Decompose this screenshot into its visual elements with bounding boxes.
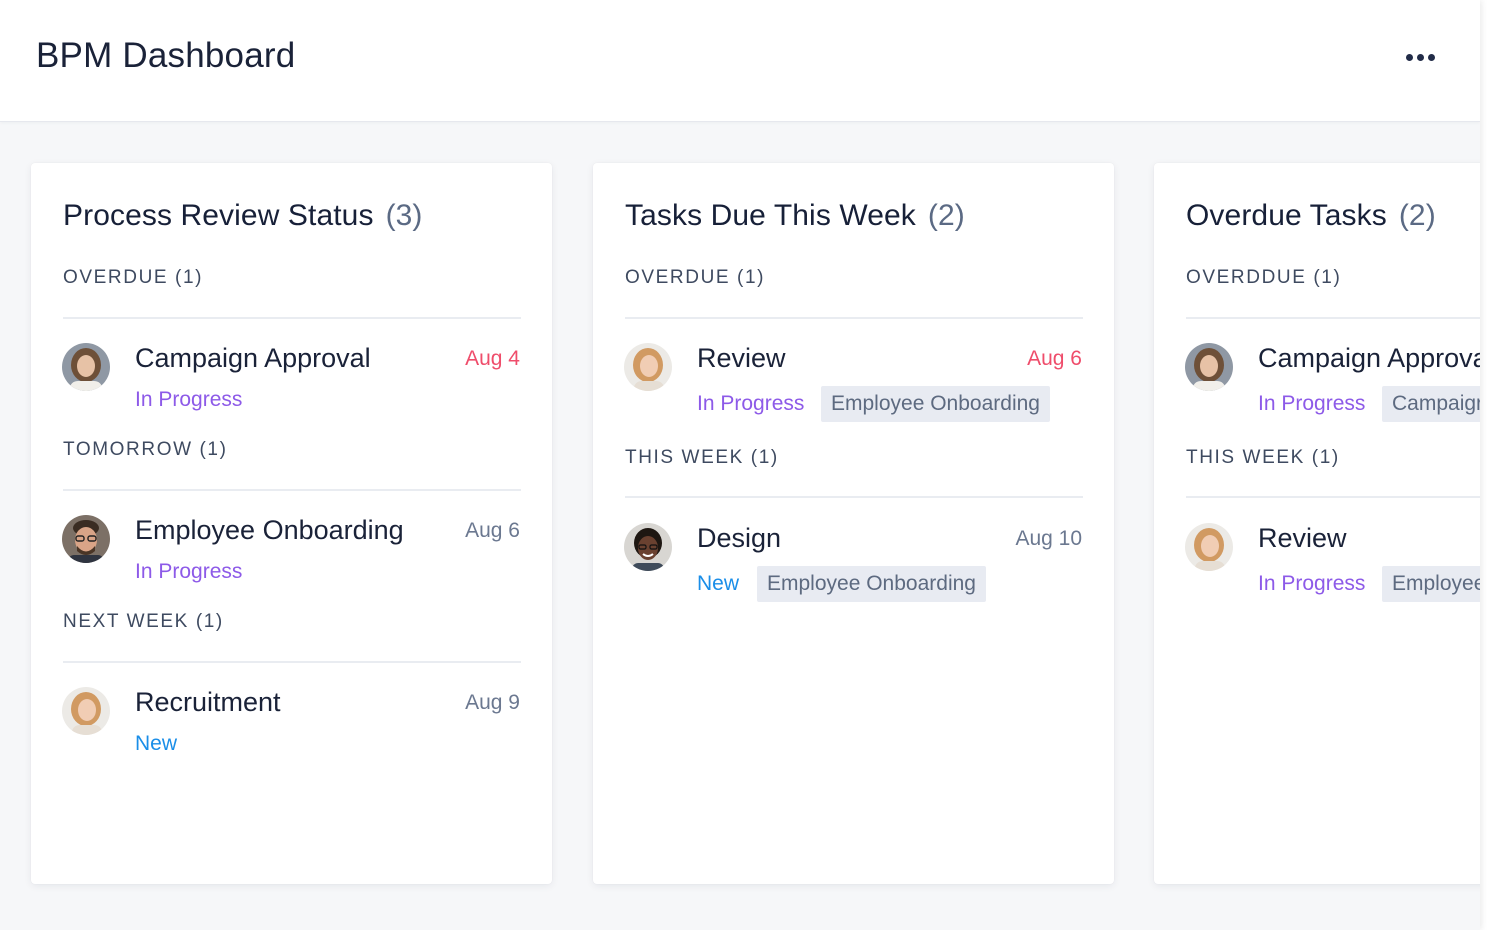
- task-item-design[interactable]: Design Aug 10 New Employee Onboarding: [593, 523, 1114, 613]
- task-name: Review: [1258, 523, 1347, 553]
- more-horizontal-icon: [1405, 53, 1413, 61]
- task-item-review[interactable]: Review In Progress Employee: [1154, 523, 1480, 613]
- task-item-employee-onboarding[interactable]: Employee Onboarding Aug 6 In Progress: [31, 515, 552, 605]
- section-header-tomorrow: TOMORROW (1): [63, 439, 228, 460]
- app-window: BPM Dashboard Process Review Status (3) O…: [0, 0, 1480, 930]
- card-overdue-tasks: Overdue Tasks (2) OVERDDUE (1) Campaign A…: [1154, 163, 1480, 884]
- task-name: Campaign Approval: [135, 343, 371, 373]
- status-badge: In Progress: [697, 392, 805, 415]
- section-header-this-week: THIS WEEK (1): [1186, 447, 1340, 468]
- page-header: BPM Dashboard: [0, 0, 1480, 122]
- task-due-date: Aug 9: [465, 691, 520, 714]
- card-tasks-due-this-week: Tasks Due This Week (2) OVERDUE (1) Revie…: [593, 163, 1114, 884]
- task-item-recruitment[interactable]: Recruitment Aug 9 New: [31, 687, 552, 777]
- task-name: Design: [697, 523, 782, 553]
- task-due-date: Aug 6: [465, 519, 520, 542]
- more-options-button[interactable]: [1400, 44, 1440, 70]
- avatar: [1185, 523, 1233, 571]
- task-name: Employee Onboarding: [135, 515, 404, 545]
- section-header-overdue: OVERDUE (1): [63, 267, 204, 288]
- task-name: Review: [697, 343, 786, 373]
- card-count: (3): [385, 199, 423, 232]
- card-title: Process Review Status (3): [63, 199, 423, 233]
- avatar: [62, 515, 110, 563]
- avatar: [62, 343, 110, 391]
- task-name: Recruitment: [135, 687, 281, 717]
- status-badge: New: [135, 732, 178, 755]
- avatar: [62, 687, 110, 735]
- process-tag: Employee Onboarding: [757, 566, 986, 602]
- section-header-overdue: OVERDUE (1): [625, 267, 766, 288]
- task-due-date: Aug 4: [465, 347, 520, 370]
- card-title: Overdue Tasks (2): [1186, 199, 1436, 233]
- divider: [63, 317, 521, 319]
- more-horizontal-icon-dot: [1416, 53, 1424, 61]
- task-item-review[interactable]: Review Aug 6 In Progress Employee Onboar…: [593, 343, 1114, 433]
- process-tag: Campaigr: [1382, 386, 1480, 422]
- divider: [625, 317, 1083, 319]
- status-badge: In Progress: [135, 388, 243, 411]
- divider: [1186, 496, 1480, 498]
- divider: [63, 661, 521, 663]
- page-title: BPM Dashboard: [36, 36, 296, 75]
- task-name: Campaign Approva: [1258, 343, 1480, 373]
- more-horizontal-icon-dot: [1427, 53, 1435, 61]
- status-badge: In Progress: [1258, 572, 1366, 595]
- avatar: [1185, 343, 1233, 391]
- divider: [63, 489, 521, 491]
- task-item-campaign-approval[interactable]: Campaign Approva In Progress Campaigr: [1154, 343, 1480, 433]
- card-title-text: Tasks Due This Week: [625, 199, 916, 232]
- card-count: (2): [927, 199, 965, 232]
- task-due-date: Aug 10: [1015, 527, 1082, 550]
- card-count: (2): [1398, 199, 1436, 232]
- avatar: [624, 343, 672, 391]
- process-tag: Employee: [1382, 566, 1480, 602]
- section-header-next-week: NEXT WEEK (1): [63, 611, 224, 632]
- divider: [1186, 317, 1480, 319]
- task-due-date: Aug 6: [1027, 347, 1082, 370]
- section-header-overdue: OVERDDUE (1): [1186, 267, 1342, 288]
- status-badge: New: [697, 572, 740, 595]
- divider: [625, 496, 1083, 498]
- process-tag: Employee Onboarding: [821, 386, 1050, 422]
- card-title: Tasks Due This Week (2): [625, 199, 965, 233]
- card-title-text: Overdue Tasks: [1186, 199, 1387, 232]
- status-badge: In Progress: [1258, 392, 1366, 415]
- status-badge: In Progress: [135, 560, 243, 583]
- section-header-this-week: THIS WEEK (1): [625, 447, 779, 468]
- task-item-campaign-approval[interactable]: Campaign Approval Aug 4 In Progress: [31, 343, 552, 433]
- card-title-text: Process Review Status: [63, 199, 374, 232]
- avatar: [624, 523, 672, 571]
- card-process-review-status: Process Review Status (3) OVERDUE (1) Cam…: [31, 163, 552, 884]
